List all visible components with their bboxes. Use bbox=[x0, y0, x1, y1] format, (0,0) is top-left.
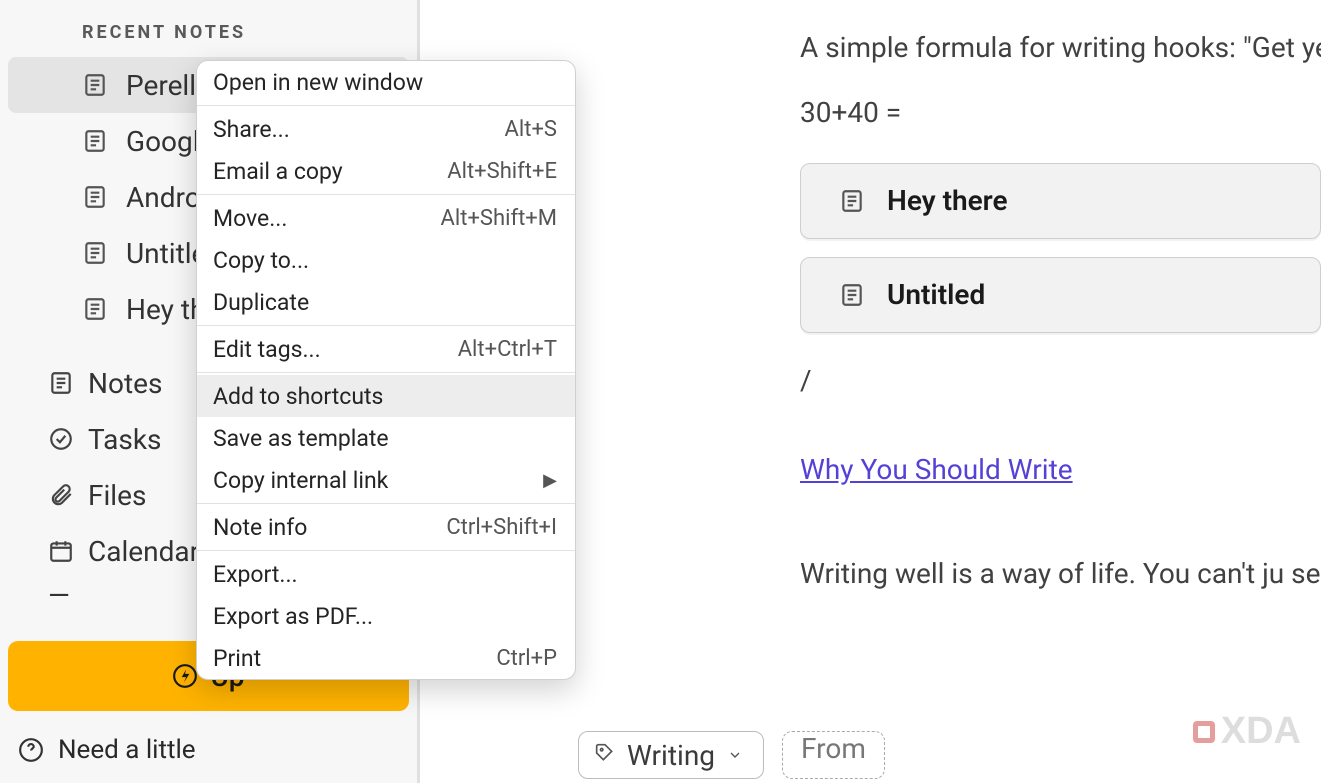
menu-label: Note info bbox=[213, 514, 307, 541]
linked-note-label: Hey there bbox=[887, 181, 1008, 222]
note-calc-line: 30+40 = bbox=[800, 93, 1321, 134]
menu-label: Add to shortcuts bbox=[213, 383, 383, 410]
note-icon bbox=[82, 296, 108, 322]
menu-divider bbox=[197, 325, 575, 326]
nav-label: Notes bbox=[88, 367, 162, 400]
chevron-down-icon bbox=[727, 747, 743, 763]
menu-shortcut: Alt+S bbox=[505, 117, 557, 142]
menu-divider bbox=[197, 194, 575, 195]
help-label: Need a little bbox=[58, 735, 196, 765]
menu-add-to-shortcuts[interactable]: Add to shortcuts bbox=[197, 375, 575, 417]
check-circle-icon bbox=[48, 426, 74, 452]
recent-note-label: Perell bbox=[126, 69, 196, 102]
menu-export[interactable]: Export... bbox=[197, 553, 575, 595]
note-paragraph: Writing well is a way of life. You can't… bbox=[800, 554, 1321, 595]
menu-divider bbox=[197, 503, 575, 504]
tag-icon bbox=[595, 743, 615, 767]
paperclip-icon bbox=[48, 482, 74, 508]
menu-copy-to[interactable]: Copy to... bbox=[197, 239, 575, 281]
menu-edit-tags[interactable]: Edit tags... Alt+Ctrl+T bbox=[197, 328, 575, 370]
menu-label: Share... bbox=[213, 116, 290, 143]
menu-copy-internal-link[interactable]: Copy internal link ▶ bbox=[197, 459, 575, 501]
linked-note-card[interactable]: Hey there bbox=[800, 163, 1321, 239]
menu-label: Move... bbox=[213, 205, 287, 232]
menu-label: Open in new window bbox=[213, 69, 423, 96]
watermark: XDA bbox=[1193, 710, 1301, 753]
menu-shortcut: Alt+Ctrl+T bbox=[458, 337, 557, 362]
note-hyperlink[interactable]: Why You Should Write bbox=[800, 453, 1073, 486]
menu-label: Export... bbox=[213, 561, 298, 588]
note-icon bbox=[82, 72, 108, 98]
watermark-square-icon bbox=[1193, 721, 1215, 743]
menu-label: Save as template bbox=[213, 425, 389, 452]
linked-note-card[interactable]: Untitled bbox=[800, 257, 1321, 333]
submenu-arrow-icon: ▶ bbox=[543, 470, 557, 491]
tag-bar: Writing From bbox=[578, 727, 885, 783]
tag-input-placeholder: From bbox=[801, 732, 866, 765]
menu-label: Copy internal link bbox=[213, 467, 388, 494]
menu-move[interactable]: Move... Alt+Shift+M bbox=[197, 197, 575, 239]
menu-shortcut: Ctrl+Shift+I bbox=[446, 515, 557, 540]
menu-label: Copy to... bbox=[213, 247, 309, 274]
note-icon bbox=[82, 128, 108, 154]
menu-shortcut: Ctrl+P bbox=[496, 646, 557, 671]
menu-shortcut: Alt+Shift+E bbox=[447, 159, 557, 184]
menu-divider bbox=[197, 105, 575, 106]
menu-label: Print bbox=[213, 645, 261, 672]
nav-label: Tasks bbox=[88, 423, 162, 456]
note-icon bbox=[839, 282, 865, 308]
nav-label: Files bbox=[88, 479, 146, 512]
menu-export-pdf[interactable]: Export as PDF... bbox=[197, 595, 575, 637]
menu-save-as-template[interactable]: Save as template bbox=[197, 417, 575, 459]
help-link[interactable]: Need a little bbox=[0, 717, 417, 783]
note-icon bbox=[48, 370, 74, 396]
help-circle-icon bbox=[18, 737, 44, 763]
menu-shortcut: Alt+Shift+M bbox=[441, 206, 557, 231]
note-icon bbox=[82, 240, 108, 266]
note-context-menu: Open in new window Share... Alt+S Email … bbox=[196, 60, 576, 680]
menu-note-info[interactable]: Note info Ctrl+Shift+I bbox=[197, 506, 575, 548]
watermark-text: XDA bbox=[1221, 710, 1301, 753]
tag-label: Writing bbox=[627, 739, 715, 772]
menu-share[interactable]: Share... Alt+S bbox=[197, 108, 575, 150]
menu-label: Duplicate bbox=[213, 289, 309, 316]
note-slash: / bbox=[800, 361, 1321, 402]
menu-email-copy[interactable]: Email a copy Alt+Shift+E bbox=[197, 150, 575, 192]
calendar-icon bbox=[48, 538, 74, 564]
recent-notes-heading: RECENT NOTES bbox=[0, 0, 417, 57]
menu-label: Email a copy bbox=[213, 158, 343, 185]
menu-divider bbox=[197, 372, 575, 373]
note-icon bbox=[82, 184, 108, 210]
nav-label: Calendar bbox=[88, 535, 199, 568]
tag-chip-writing[interactable]: Writing bbox=[578, 731, 764, 779]
menu-duplicate[interactable]: Duplicate bbox=[197, 281, 575, 323]
menu-divider bbox=[197, 550, 575, 551]
menu-label: Export as PDF... bbox=[213, 603, 373, 630]
linked-note-label: Untitled bbox=[887, 275, 985, 316]
menu-open-new-window[interactable]: Open in new window bbox=[197, 61, 575, 103]
note-icon bbox=[839, 188, 865, 214]
bolt-icon bbox=[172, 663, 198, 689]
menu-print[interactable]: Print Ctrl+P bbox=[197, 637, 575, 679]
note-paragraph: A simple formula for writing hooks: "Get… bbox=[800, 28, 1321, 69]
menu-label: Edit tags... bbox=[213, 336, 321, 363]
tag-input[interactable]: From bbox=[782, 731, 885, 779]
